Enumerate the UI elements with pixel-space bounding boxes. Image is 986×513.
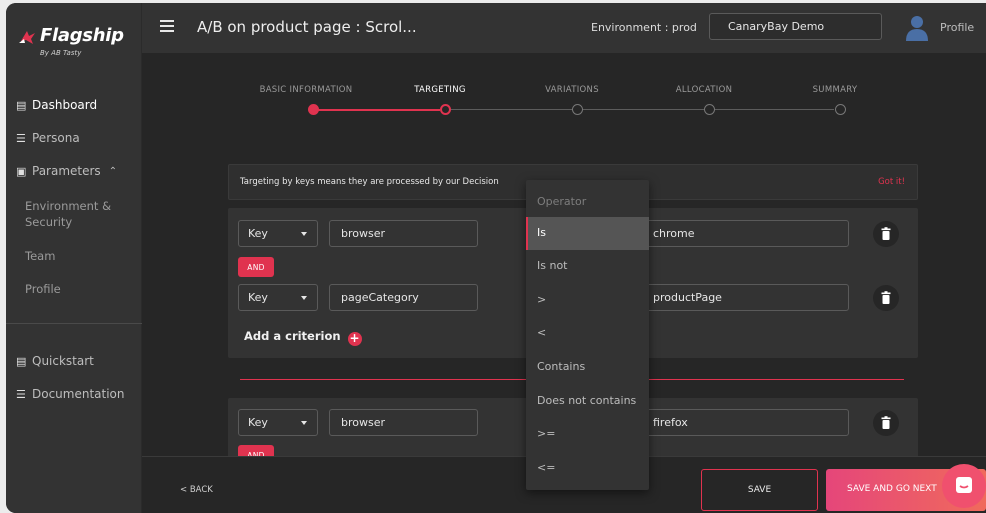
sidebar-item-documentation[interactable]: ☰ Documentation (6, 387, 142, 401)
operator-option-greater[interactable]: > (526, 284, 649, 317)
back-button[interactable]: < BACK (180, 485, 213, 495)
top-bar: A/B on product page : Scrol... Environme… (142, 3, 986, 53)
app-window: Flagship By AB Tasty ▤ Dashboard ☰ Perso… (6, 3, 986, 513)
operator-option-is-not[interactable]: Is not (526, 250, 649, 283)
caret-down-icon (301, 296, 307, 300)
plus-icon: + (347, 331, 362, 346)
environment-label: Environment : prod (591, 21, 697, 34)
step-summary[interactable]: SUMMARY (775, 85, 895, 95)
operator-option-is[interactable]: Is (526, 217, 649, 250)
key-type-value: Key (248, 227, 268, 240)
save-button[interactable]: SAVE (701, 469, 818, 511)
sidebar-item-label: Persona (32, 131, 80, 145)
key-type-value: Key (248, 291, 268, 304)
page-title: A/B on product page : Scrol... (197, 18, 417, 36)
brand-logo[interactable]: Flagship By AB Tasty (18, 25, 138, 61)
operator-option-less[interactable]: < (526, 317, 649, 350)
environment-select[interactable]: CanaryBay Demo (709, 13, 882, 40)
sidebar-item-parameters[interactable]: ▣ Parameters ⌃ (6, 164, 142, 178)
value-input[interactable]: productPage (641, 284, 849, 311)
operator-option-contains[interactable]: Contains (526, 351, 649, 384)
add-criterion-label: Add a criterion (244, 329, 341, 343)
list-icon: ☰ (16, 387, 26, 401)
step-basic-information[interactable]: BASIC INFORMATION (246, 85, 366, 95)
dashboard-icon: ▤ (16, 98, 27, 112)
sidebar-divider (6, 323, 142, 324)
step-targeting[interactable]: TARGETING (380, 85, 500, 95)
operator-dropdown: Operator Is Is not > < Contains Does not… (526, 180, 649, 490)
flag-logo-icon (19, 31, 35, 44)
key-input[interactable]: browser (329, 409, 478, 436)
profile-link[interactable]: Profile (940, 21, 974, 34)
step-connector-done (312, 109, 440, 111)
and-operator-badge[interactable]: AND (238, 257, 274, 277)
sidebar-item-label: Quickstart (32, 354, 94, 368)
step-allocation[interactable]: ALLOCATION (644, 85, 764, 95)
info-text: Targeting by keys means they are process… (240, 177, 499, 187)
brand-name: Flagship (40, 25, 124, 46)
value-input[interactable]: chrome (641, 220, 849, 247)
operator-option-greater-equal[interactable]: >= (526, 418, 649, 451)
dropdown-header: Operator (537, 195, 587, 208)
dashboard-icon: ▤ (16, 354, 27, 368)
sidebar-item-persona[interactable]: ☰ Persona (6, 131, 142, 145)
step-dot-basic-information (308, 104, 319, 115)
trash-icon (881, 227, 891, 240)
caret-down-icon (301, 421, 307, 425)
step-dot-summary (835, 104, 846, 115)
step-dot-targeting (440, 104, 451, 115)
sidebar-item-label: Documentation (32, 387, 125, 401)
settings-box-icon: ▣ (16, 164, 27, 178)
delete-criterion-button[interactable] (873, 285, 899, 311)
operator-option-less-equal[interactable]: <= (526, 452, 649, 485)
sidebar-item-label: Dashboard (32, 98, 98, 112)
sidebar-item-dashboard[interactable]: ▤ Dashboard (6, 98, 142, 112)
step-variations[interactable]: VARIATIONS (512, 85, 632, 95)
delete-criterion-button[interactable] (873, 410, 899, 436)
trash-icon (881, 416, 891, 429)
add-criterion-button[interactable]: Add a criterion + (244, 329, 362, 346)
avatar-icon[interactable] (906, 15, 928, 41)
key-type-value: Key (248, 416, 268, 429)
key-type-select[interactable]: Key (238, 409, 318, 436)
menu-icon[interactable] (160, 20, 174, 32)
step-dot-allocation (704, 104, 715, 115)
sidebar: Flagship By AB Tasty ▤ Dashboard ☰ Perso… (6, 3, 142, 513)
chat-icon (956, 477, 972, 493)
value-input[interactable]: firefox (641, 409, 849, 436)
sidebar-item-label: Parameters (32, 164, 101, 178)
key-input[interactable]: browser (329, 220, 478, 247)
chevron-up-icon: ⌃ (108, 165, 118, 177)
operator-option-not-contains[interactable]: Does not contains (526, 385, 649, 418)
step-dot-variations (572, 104, 583, 115)
sidebar-subitem-profile[interactable]: Profile (25, 281, 61, 297)
brand-subtitle: By AB Tasty (40, 49, 82, 57)
sidebar-item-quickstart[interactable]: ▤ Quickstart (6, 354, 142, 368)
stepper: BASIC INFORMATION TARGETING VARIATIONS A… (142, 53, 986, 133)
sidebar-subitem-environment[interactable]: Environment & Security (25, 198, 125, 230)
sidebar-subitem-team[interactable]: Team (25, 248, 55, 264)
trash-icon (881, 291, 891, 304)
chat-launcher-button[interactable] (942, 464, 986, 508)
dismiss-link[interactable]: Got it! (878, 177, 905, 187)
step-connector (446, 109, 834, 110)
key-type-select[interactable]: Key (238, 284, 318, 311)
key-input[interactable]: pageCategory (329, 284, 478, 311)
caret-down-icon (301, 232, 307, 236)
list-icon: ☰ (16, 131, 26, 145)
delete-criterion-button[interactable] (873, 221, 899, 247)
key-type-select[interactable]: Key (238, 220, 318, 247)
